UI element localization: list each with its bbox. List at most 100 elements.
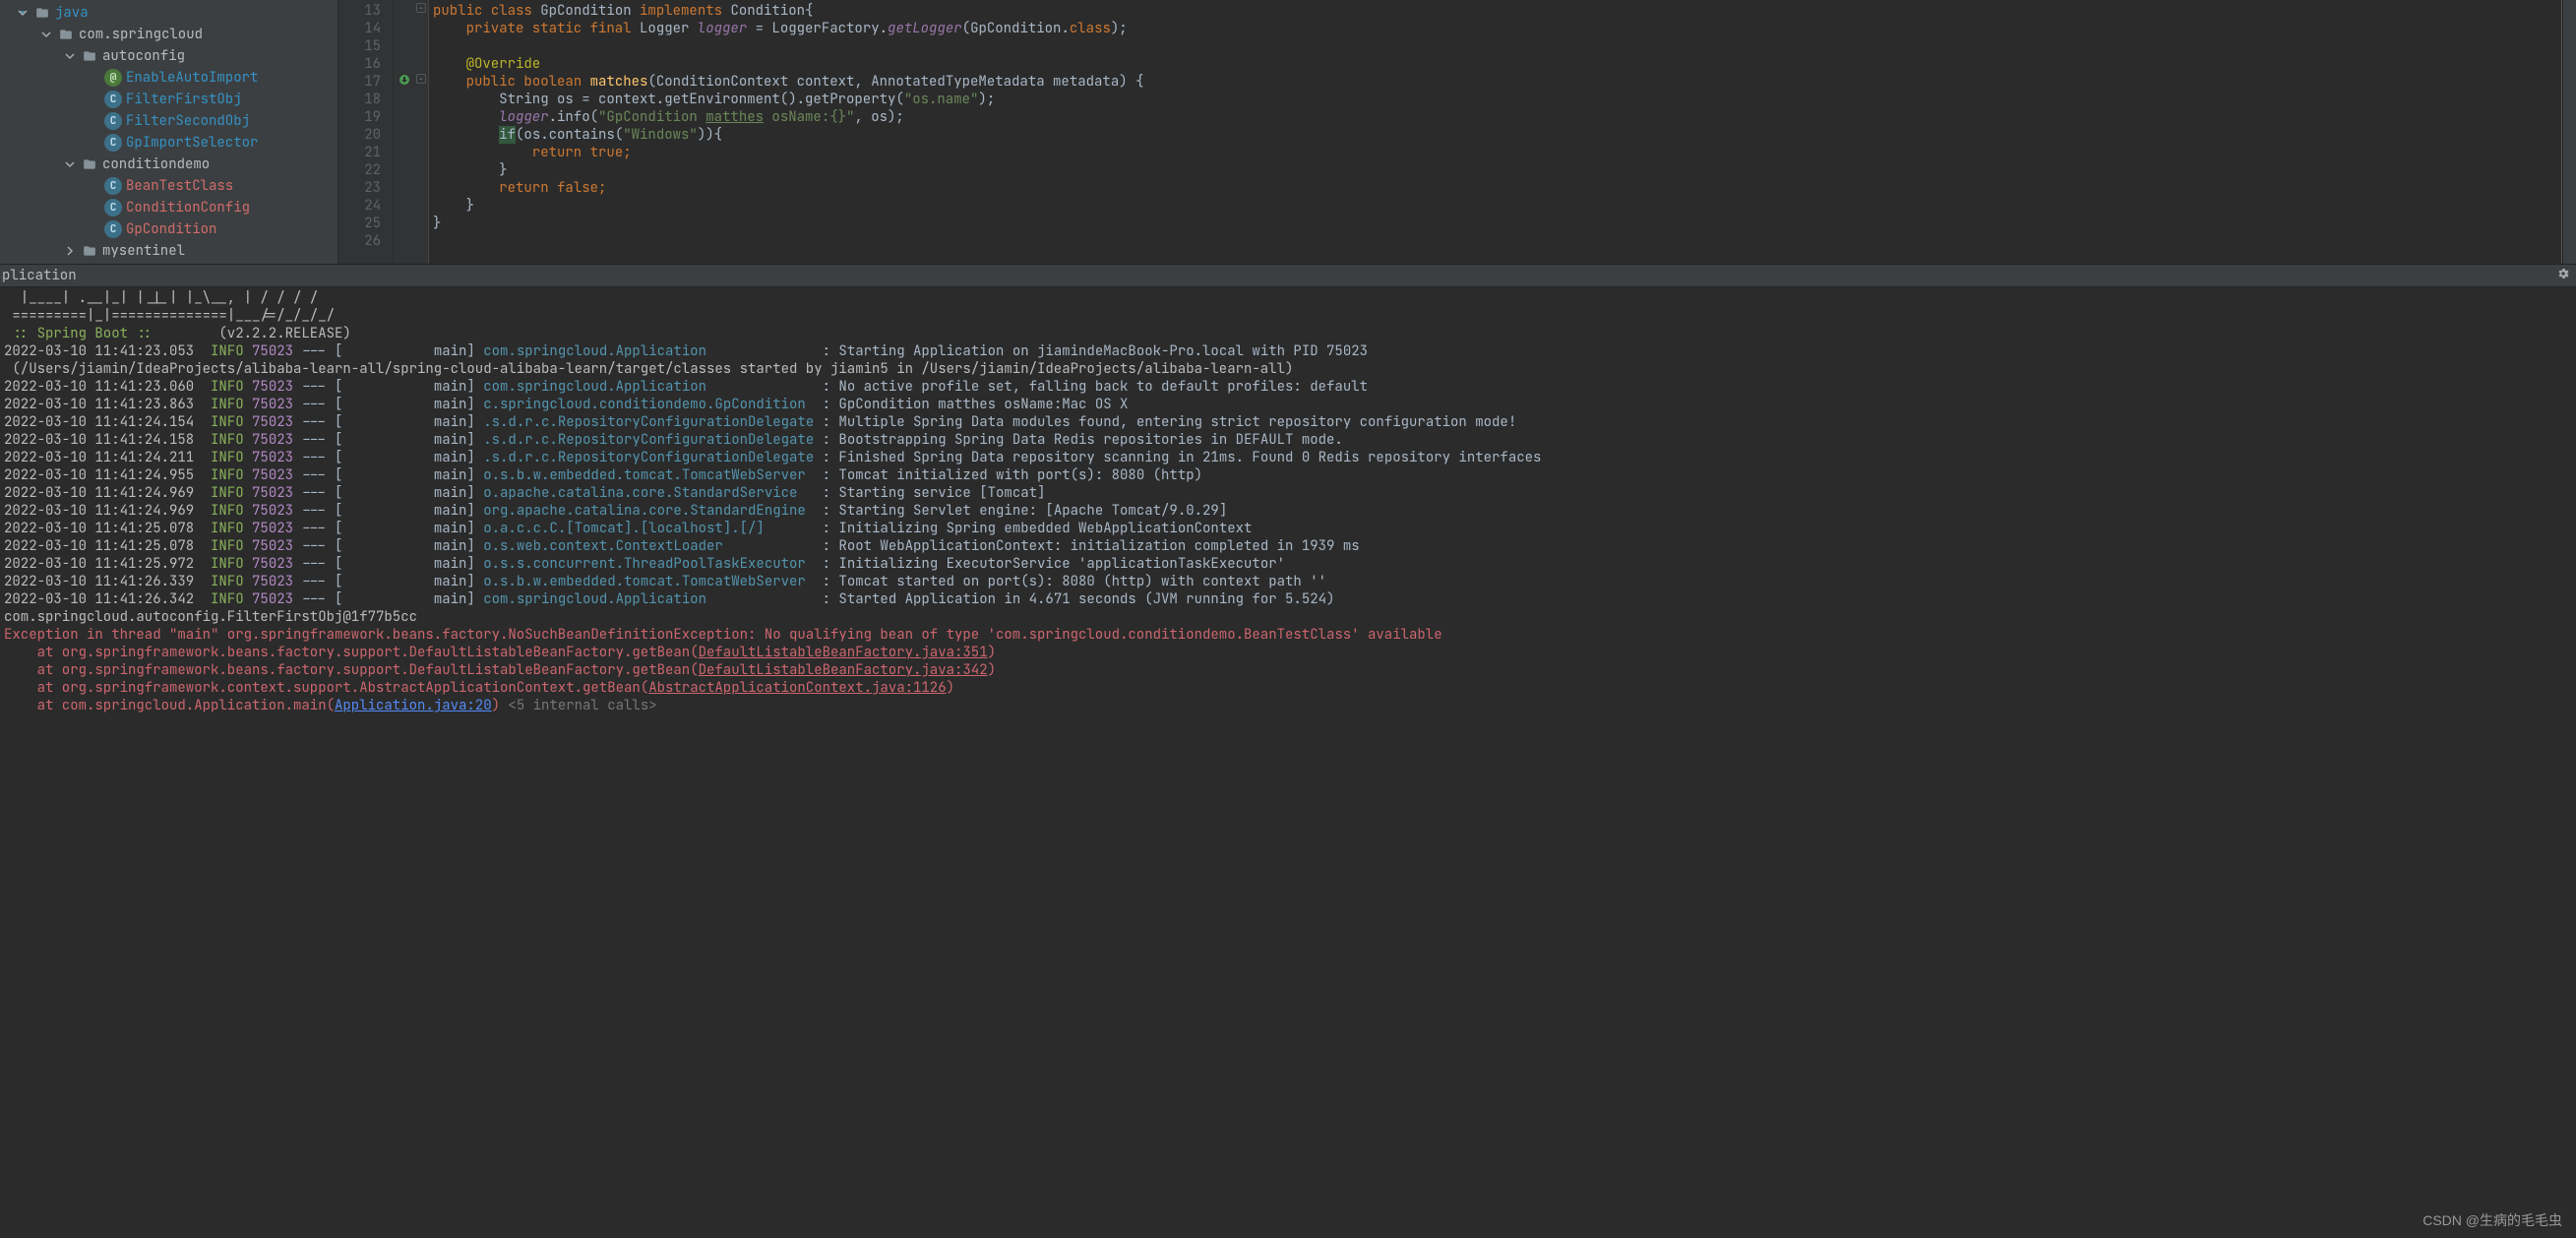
console-line[interactable]: 2022-03-10 11:41:24.154 INFO 75023 --- [… xyxy=(4,413,2576,431)
line-number: 15 xyxy=(338,37,381,55)
line-number: 22 xyxy=(338,161,381,179)
code-line[interactable] xyxy=(433,232,2561,250)
tree-item-label: GpImportSelector xyxy=(126,134,258,152)
console-line[interactable]: |____| .__|_| |_|_| |_\__, | / / / / xyxy=(4,289,2576,307)
console-line[interactable]: at org.springframework.beans.factory.sup… xyxy=(4,661,2576,679)
line-number: 20 xyxy=(338,126,381,144)
tree-item-filtersecondobj[interactable]: CFilterSecondObj xyxy=(0,110,337,132)
watermark: CSDN @生病的毛毛虫 xyxy=(2423,1210,2562,1230)
stacktrace-link[interactable]: AbstractApplicationContext.java:1126 xyxy=(648,679,946,697)
fold-toggle-icon[interactable]: − xyxy=(416,74,426,84)
class-icon: C xyxy=(104,112,122,130)
tree-item-java[interactable]: java xyxy=(0,2,337,24)
tree-item-label: ConditionConfig xyxy=(126,199,250,217)
console-line[interactable]: 2022-03-10 11:41:24.158 INFO 75023 --- [… xyxy=(4,431,2576,449)
line-number: 16 xyxy=(338,55,381,73)
line-number-gutter: 1314151617181920212223242526 xyxy=(338,0,394,264)
stacktrace-link[interactable]: DefaultListableBeanFactory.java:342 xyxy=(699,661,988,679)
console-line[interactable]: 2022-03-10 11:41:25.078 INFO 75023 --- [… xyxy=(4,537,2576,555)
console-line[interactable]: at org.springframework.context.support.A… xyxy=(4,679,2576,697)
console-line[interactable]: 2022-03-10 11:41:24.211 INFO 75023 --- [… xyxy=(4,449,2576,466)
tree-arrow-icon[interactable] xyxy=(63,244,77,258)
tree-item-enableautoimport[interactable]: @EnableAutoImport xyxy=(0,67,337,89)
package-icon xyxy=(81,155,98,173)
code-line[interactable]: logger.info("GpCondition matthes osName:… xyxy=(433,108,2561,126)
tree-item-conditiondemo[interactable]: conditiondemo xyxy=(0,154,337,175)
fold-column[interactable]: −− xyxy=(415,0,429,264)
console-line[interactable]: 2022-03-10 11:41:26.342 INFO 75023 --- [… xyxy=(4,590,2576,608)
code-line[interactable]: public class GpCondition implements Cond… xyxy=(433,2,2561,20)
console-line[interactable]: (/Users/jiamin/IdeaProjects/alibaba-lear… xyxy=(4,360,2576,378)
line-number: 23 xyxy=(338,179,381,197)
tree-item-conditionconfig[interactable]: CConditionConfig xyxy=(0,197,337,218)
console-line[interactable]: 2022-03-10 11:41:26.339 INFO 75023 --- [… xyxy=(4,573,2576,590)
console-line[interactable]: 2022-03-10 11:41:23.060 INFO 75023 --- [… xyxy=(4,378,2576,396)
stacktrace-link[interactable]: DefaultListableBeanFactory.java:351 xyxy=(699,644,988,661)
tree-arrow-icon[interactable] xyxy=(39,28,53,41)
console-line[interactable]: 2022-03-10 11:41:23.053 INFO 75023 --- [… xyxy=(4,342,2576,360)
class-icon: C xyxy=(104,220,122,238)
folder-icon xyxy=(33,4,51,22)
console-line[interactable]: 2022-03-10 11:41:24.955 INFO 75023 --- [… xyxy=(4,466,2576,484)
class-icon: C xyxy=(104,91,122,108)
run-console[interactable]: |____| .__|_| |_|_| |_\__, | / / / / ===… xyxy=(0,287,2576,714)
code-line[interactable]: private static final Logger logger = Log… xyxy=(433,20,2561,37)
tree-arrow-icon[interactable] xyxy=(16,6,30,20)
stacktrace-link[interactable]: Application.java:20 xyxy=(335,697,492,714)
tree-item-com-springcloud[interactable]: com.springcloud xyxy=(0,24,337,45)
fold-toggle-icon[interactable]: − xyxy=(416,3,426,13)
tree-item-label: autoconfig xyxy=(102,47,185,65)
package-icon xyxy=(81,242,98,260)
tree-arrow-icon[interactable] xyxy=(63,157,77,171)
tree-item-label: conditiondemo xyxy=(102,155,210,173)
line-number: 24 xyxy=(338,197,381,215)
console-line[interactable]: 2022-03-10 11:41:24.969 INFO 75023 --- [… xyxy=(4,502,2576,520)
console-line[interactable]: 2022-03-10 11:41:23.863 INFO 75023 --- [… xyxy=(4,396,2576,413)
package-icon xyxy=(57,26,75,43)
console-line[interactable]: at org.springframework.beans.factory.sup… xyxy=(4,644,2576,661)
tool-window-tab-label[interactable]: plication xyxy=(2,267,77,284)
tree-item-label: mysentinel xyxy=(102,242,185,260)
tree-item-gpimportselector[interactable]: CGpImportSelector xyxy=(0,132,337,154)
code-line[interactable]: return false; xyxy=(433,179,2561,197)
class-icon: C xyxy=(104,199,122,217)
tree-item-gpcondition[interactable]: CGpCondition xyxy=(0,218,337,240)
tree-item-label: GpCondition xyxy=(126,220,216,238)
tool-window-header[interactable]: plication xyxy=(0,264,2576,287)
console-line[interactable]: com.springcloud.autoconfig.FilterFirstOb… xyxy=(4,608,2576,626)
gear-icon[interactable] xyxy=(2556,267,2570,285)
project-tree-panel[interactable]: javacom.springcloud autoconfig @EnableAuto… xyxy=(0,0,338,264)
code-line[interactable]: } xyxy=(433,161,2561,179)
override-gutter-icon[interactable] xyxy=(397,72,412,88)
tree-item-label: BeanTestClass xyxy=(126,177,233,195)
code-line[interactable]: } xyxy=(433,215,2561,232)
tree-item-beantestclass[interactable]: CBeanTestClass xyxy=(0,175,337,197)
code-line[interactable]: } xyxy=(433,197,2561,215)
tree-item-autoconfig[interactable]: autoconfig xyxy=(0,45,337,67)
code-line[interactable]: if(os.contains("Windows")){ xyxy=(433,126,2561,144)
line-number: 18 xyxy=(338,91,381,108)
code-line[interactable]: String os = context.getEnvironment().get… xyxy=(433,91,2561,108)
code-line[interactable]: return true; xyxy=(433,144,2561,161)
console-line[interactable]: 2022-03-10 11:41:24.969 INFO 75023 --- [… xyxy=(4,484,2576,502)
code-line[interactable]: public boolean matches(ConditionContext … xyxy=(433,73,2561,91)
tree-arrow-icon[interactable] xyxy=(63,49,77,63)
console-line[interactable]: =========|_|==============|___/=/_/_/_/ xyxy=(4,307,2576,325)
console-line[interactable]: 2022-03-10 11:41:25.078 INFO 75023 --- [… xyxy=(4,520,2576,537)
console-line[interactable]: :: Spring Boot :: (v2.2.2.RELEASE) xyxy=(4,325,2576,342)
code-line[interactable] xyxy=(433,37,2561,55)
console-line[interactable]: at com.springcloud.Application.main(Appl… xyxy=(4,697,2576,714)
tree-item-mysentinel[interactable]: mysentinel xyxy=(0,240,337,262)
package-icon xyxy=(81,47,98,65)
class-icon: C xyxy=(104,134,122,152)
code-line[interactable]: @Override xyxy=(433,55,2561,73)
gutter-icon-column xyxy=(394,0,415,264)
code-content[interactable]: public class GpCondition implements Cond… xyxy=(429,0,2561,264)
line-number: 14 xyxy=(338,20,381,37)
line-number: 21 xyxy=(338,144,381,161)
tree-item-filterfirstobj[interactable]: CFilterFirstObj xyxy=(0,89,337,110)
console-line[interactable]: 2022-03-10 11:41:25.972 INFO 75023 --- [… xyxy=(4,555,2576,573)
code-editor[interactable]: 1314151617181920212223242526 −− public c… xyxy=(338,0,2562,264)
console-line[interactable]: Exception in thread "main" org.springfra… xyxy=(4,626,2576,644)
editor-scrollbar[interactable] xyxy=(2562,0,2576,264)
